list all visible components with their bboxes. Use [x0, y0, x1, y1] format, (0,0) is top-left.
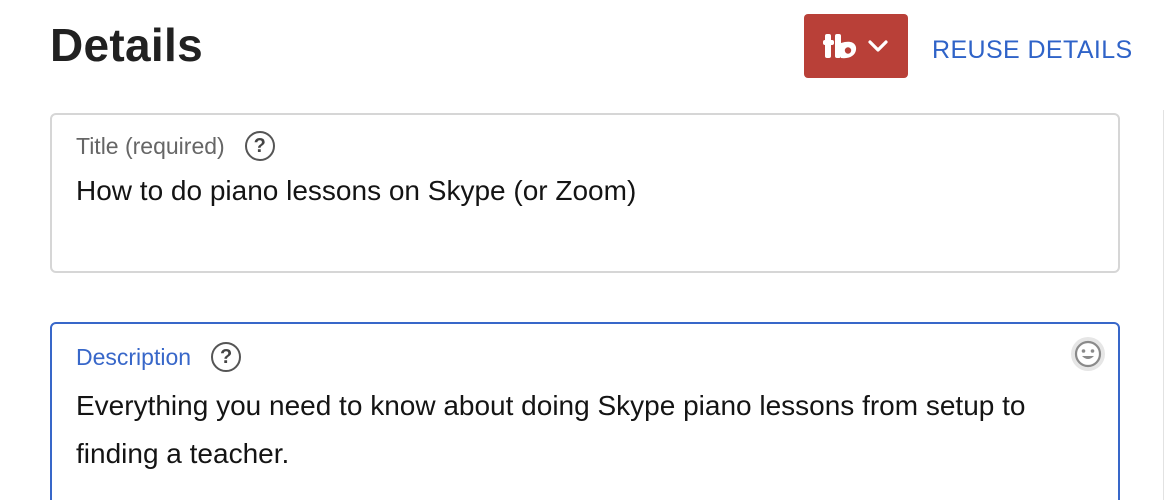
tubebuddy-menu-button[interactable]	[804, 14, 908, 78]
help-icon[interactable]: ?	[211, 342, 242, 372]
title-label: Title (required)	[76, 132, 225, 159]
help-icon[interactable]: ?	[244, 131, 275, 161]
title-input[interactable]: How to do piano lessons on Skype (or Zoo…	[76, 175, 1088, 207]
description-field[interactable]: Description ? Everything you need to kno…	[50, 322, 1120, 500]
title-label-row: Title (required) ?	[76, 131, 275, 161]
description-input[interactable]: Everything you need to know about doing …	[76, 382, 1088, 478]
chevron-down-icon	[868, 40, 888, 52]
details-page: Details REUSE DETAILS Title (required) ?…	[0, 0, 1170, 500]
emoji-icon[interactable]	[1070, 336, 1106, 372]
reuse-details-button[interactable]: REUSE DETAILS	[932, 36, 1133, 65]
title-field[interactable]: Title (required) ? How to do piano lesso…	[50, 113, 1120, 273]
description-label-row: Description ?	[76, 342, 242, 372]
description-label: Description	[76, 343, 192, 370]
tubebuddy-icon	[823, 34, 857, 59]
panel-edge	[1163, 110, 1170, 500]
page-title: Details	[50, 19, 203, 71]
